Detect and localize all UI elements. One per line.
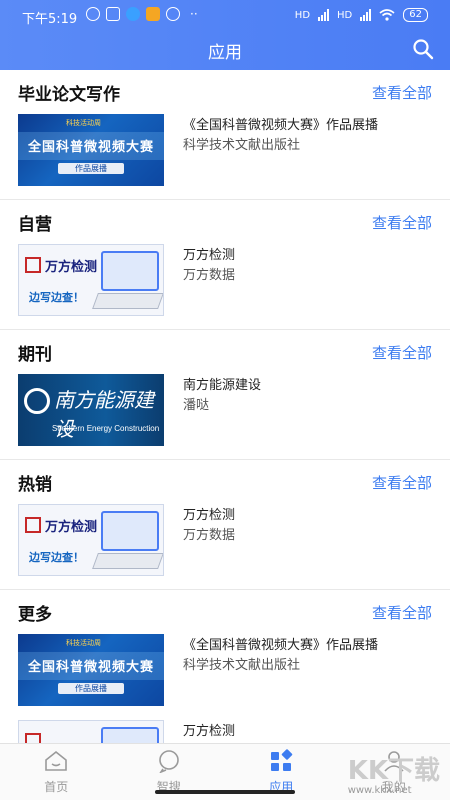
hd-label-2: HD xyxy=(337,9,353,21)
item-title: 《全国科普微视频大赛》作品展播 xyxy=(183,638,379,653)
wanfang-logo-icon xyxy=(25,257,41,273)
thumb-logo: 科技活动周 xyxy=(66,639,101,647)
tab-label: 首页 xyxy=(44,780,69,794)
section-title: 期刊 xyxy=(18,345,52,365)
view-all-link[interactable]: 查看全部 xyxy=(372,212,432,233)
list-item[interactable]: 科技活动周 全国科普微视频大赛 作品展播 《全国科普微视频大赛》作品展播 科学技… xyxy=(18,634,432,708)
item-title: 《全国科普微视频大赛》作品展播 xyxy=(183,118,379,133)
item-subtitle: 万方数据 xyxy=(183,268,236,283)
journal-logo-icon xyxy=(24,388,50,414)
battery-indicator: 62 xyxy=(403,8,428,22)
item-subtitle: 潘哒 xyxy=(183,398,210,413)
item-subtitle: 万方数据 xyxy=(183,528,236,543)
list-item[interactable]: 万方检测 边写边查！ 万方检测 万方数据 xyxy=(18,504,432,578)
thumb-line2: 作品展播 xyxy=(58,683,124,694)
thumb-logo: 科技活动周 xyxy=(66,119,101,127)
section-title: 自营 xyxy=(18,215,52,235)
thumb-en-title: Southern Energy Construction xyxy=(52,424,160,433)
search-icon[interactable] xyxy=(412,38,434,60)
item-title: 南方能源建设 xyxy=(183,378,262,393)
smart-search-icon xyxy=(158,750,179,774)
section-header: 更多 查看全部 xyxy=(18,600,432,625)
watermark-url: www.kkx.net xyxy=(347,785,412,796)
view-all-link[interactable]: 查看全部 xyxy=(372,82,432,103)
list-item[interactable]: 万方检测 边写边查！ 万方检测 万方数据 xyxy=(18,244,432,318)
item-thumbnail: 万方检测 边写边查！ xyxy=(18,504,164,576)
app-notification-icon xyxy=(106,7,120,21)
item-thumbnail xyxy=(18,720,164,743)
thumb-slogan: 边写边查！ xyxy=(29,291,84,304)
section-self-operated: 自营 查看全部 万方检测 边写边查！ 万方检测 万方数据 xyxy=(0,200,450,330)
keyboard-icon xyxy=(92,553,163,569)
list-item[interactable]: 万方检测 xyxy=(18,720,432,743)
thumb-line1: 全国科普微视频大赛 xyxy=(27,660,154,675)
item-thumbnail: 万方检测 边写边查！ xyxy=(18,244,164,316)
section-title: 更多 xyxy=(18,605,52,625)
signal-icon-2 xyxy=(360,9,372,21)
thumb-line2: 作品展播 xyxy=(58,163,124,174)
view-all-link[interactable]: 查看全部 xyxy=(372,602,432,623)
wanfang-logo-icon xyxy=(25,733,41,743)
section-title: 热销 xyxy=(18,475,52,495)
message-icon xyxy=(126,7,140,21)
keyboard-icon xyxy=(92,293,163,309)
tab-home[interactable]: 首页 xyxy=(0,744,113,800)
page-title: 应用 xyxy=(208,43,242,63)
status-bar: 下午5:19 ·· HD HD 62 xyxy=(0,6,450,27)
section-header: 期刊 查看全部 xyxy=(18,340,432,365)
list-item[interactable]: 南方能源建设 Southern Energy Construction 南方能源… xyxy=(18,374,432,448)
section-header: 热销 查看全部 xyxy=(18,470,432,495)
thumb-slogan: 边写边查！ xyxy=(29,551,84,564)
hd-label-1: HD xyxy=(294,9,311,21)
monitor-icon xyxy=(101,251,159,291)
section-journals: 期刊 查看全部 南方能源建设 Southern Energy Construct… xyxy=(0,330,450,460)
thumb-name: 万方检测 xyxy=(45,260,98,275)
watermark: KK下载 www.kkx.net xyxy=(348,750,440,796)
thumb-cn-title: 南方能源建设 xyxy=(54,388,154,441)
item-subtitle: 科学技术文献出版社 xyxy=(183,658,301,673)
shop-notification-icon xyxy=(146,7,160,21)
item-subtitle: 科学技术文献出版社 xyxy=(183,138,301,153)
item-title: 万方检测 xyxy=(183,248,236,263)
view-all-link[interactable]: 查看全部 xyxy=(372,472,432,493)
item-thumbnail: 南方能源建设 Southern Energy Construction xyxy=(18,374,164,446)
item-thumbnail: 科技活动周 全国科普微视频大赛 作品展播 xyxy=(18,114,164,186)
section-title: 毕业论文写作 xyxy=(18,85,120,105)
section-header: 自营 查看全部 xyxy=(18,210,432,235)
notification-icons: ·· xyxy=(86,7,198,21)
status-right: HD HD 62 xyxy=(295,8,428,22)
item-title: 万方检测 xyxy=(183,724,236,739)
wanfang-logo-icon xyxy=(25,517,41,533)
status-time: 下午5:19 xyxy=(22,12,78,27)
more-notifications: ·· xyxy=(190,7,198,21)
alarm-icon xyxy=(86,7,100,21)
home-icon xyxy=(45,750,68,771)
section-hot-sales: 热销 查看全部 万方检测 边写边查！ 万方检测 万方数据 xyxy=(0,460,450,590)
item-title: 万方检测 xyxy=(183,508,236,523)
view-all-link[interactable]: 查看全部 xyxy=(372,342,432,363)
apps-icon xyxy=(271,749,293,771)
section-header: 毕业论文写作 查看全部 xyxy=(18,80,432,105)
content-list: 毕业论文写作 查看全部 科技活动周 全国科普微视频大赛 作品展播 《全国科普微视… xyxy=(0,70,450,743)
home-indicator[interactable] xyxy=(155,790,295,794)
section-thesis-writing: 毕业论文写作 查看全部 科技活动周 全国科普微视频大赛 作品展播 《全国科普微视… xyxy=(0,70,450,200)
list-item[interactable]: 科技活动周 全国科普微视频大赛 作品展播 《全国科普微视频大赛》作品展播 科学技… xyxy=(18,114,432,188)
thumb-line1: 全国科普微视频大赛 xyxy=(27,140,154,155)
chat-icon xyxy=(166,7,180,21)
signal-icon xyxy=(318,9,330,21)
monitor-icon xyxy=(101,511,159,551)
app-header: 下午5:19 ·· HD HD 62 应用 xyxy=(0,0,450,70)
wifi-icon xyxy=(379,9,395,21)
watermark-logo: KK下载 xyxy=(347,756,440,786)
thumb-name: 万方检测 xyxy=(45,520,98,535)
item-thumbnail: 科技活动周 全国科普微视频大赛 作品展播 xyxy=(18,634,164,706)
section-more: 更多 查看全部 科技活动周 全国科普微视频大赛 作品展播 《全国科普微视频大赛》… xyxy=(0,590,450,743)
monitor-icon xyxy=(101,727,159,743)
